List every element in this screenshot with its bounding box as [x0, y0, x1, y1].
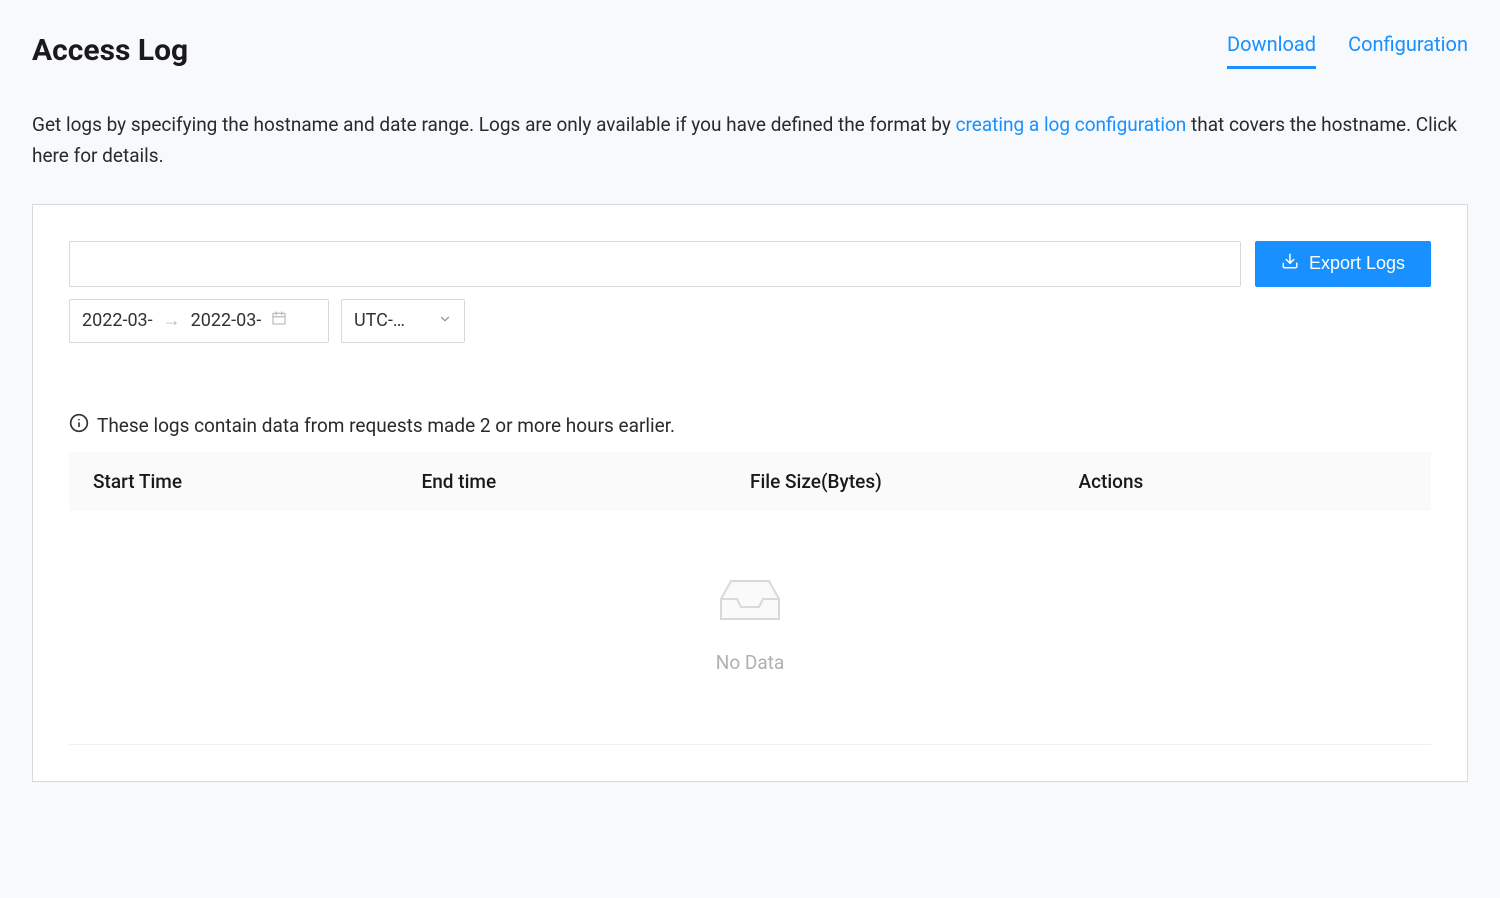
- arrow-right-icon: →: [163, 310, 181, 331]
- export-logs-button[interactable]: Export Logs: [1255, 241, 1431, 287]
- hostname-input[interactable]: [69, 241, 1241, 287]
- date-to: 2022-03-: [191, 310, 262, 331]
- tabs: Download Configuration: [1227, 32, 1468, 69]
- info-notice-text: These logs contain data from requests ma…: [97, 414, 675, 437]
- info-notice: These logs contain data from requests ma…: [69, 413, 1431, 438]
- column-start-time: Start Time: [93, 470, 422, 493]
- timezone-select[interactable]: UTC-…: [341, 299, 465, 343]
- controls-row: Export Logs: [69, 241, 1431, 287]
- download-icon: [1281, 252, 1299, 275]
- table-header: Start Time End time File Size(Bytes) Act…: [69, 452, 1431, 511]
- page-header: Access Log Download Configuration: [32, 32, 1468, 69]
- export-button-label: Export Logs: [1309, 253, 1405, 274]
- log-configuration-link[interactable]: creating a log configuration: [956, 113, 1187, 136]
- calendar-icon: [271, 310, 287, 331]
- date-from: 2022-03-: [82, 310, 153, 331]
- filters-row: 2022-03- → 2022-03- UTC-…: [69, 299, 1431, 343]
- timezone-label: UTC-…: [354, 310, 405, 331]
- content-card: Export Logs 2022-03- → 2022-03- UTC-… Th…: [32, 204, 1468, 782]
- date-range-picker[interactable]: 2022-03- → 2022-03-: [69, 299, 329, 343]
- inbox-icon: [711, 571, 789, 631]
- empty-state: No Data: [69, 511, 1431, 745]
- column-end-time: End time: [422, 470, 751, 493]
- page-title: Access Log: [32, 33, 188, 68]
- info-icon: [69, 413, 89, 438]
- description-part1: Get logs by specifying the hostname and …: [32, 113, 956, 136]
- description-text: Get logs by specifying the hostname and …: [32, 109, 1468, 172]
- tab-configuration[interactable]: Configuration: [1348, 32, 1468, 69]
- tab-download[interactable]: Download: [1227, 32, 1316, 69]
- chevron-down-icon: [438, 310, 452, 331]
- column-actions: Actions: [1079, 470, 1408, 493]
- column-file-size: File Size(Bytes): [750, 470, 1079, 493]
- empty-state-text: No Data: [716, 651, 784, 674]
